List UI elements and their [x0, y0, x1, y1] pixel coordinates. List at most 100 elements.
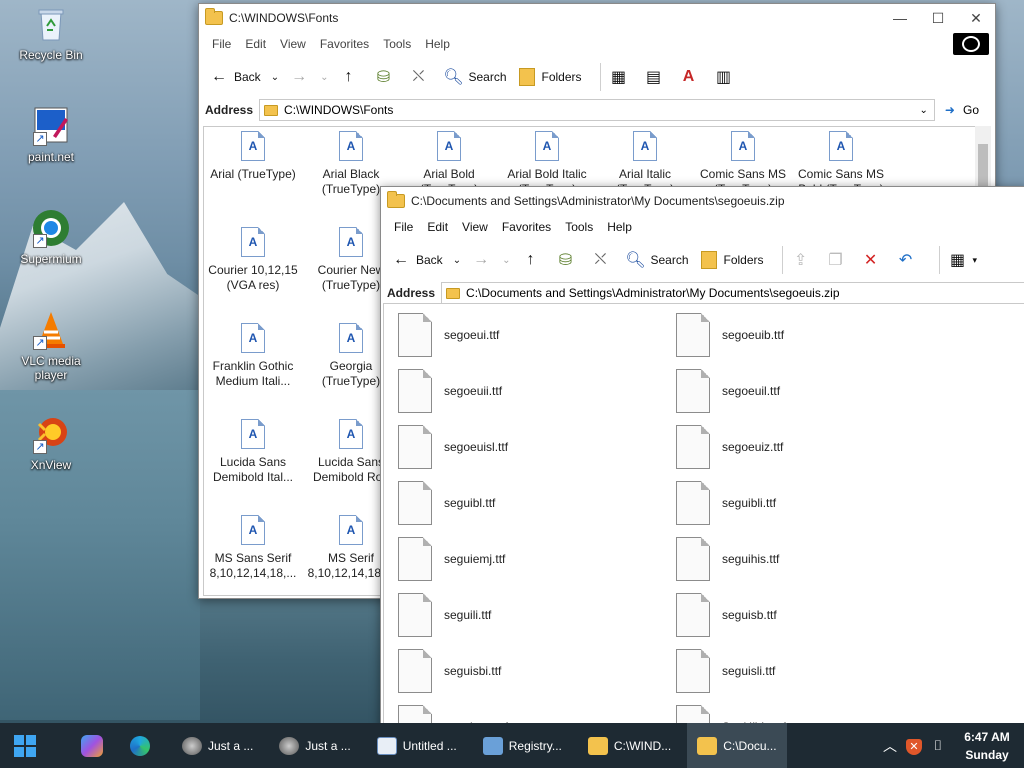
- menu-edit[interactable]: Edit: [420, 220, 455, 234]
- maximize-button[interactable]: ☐: [919, 4, 957, 32]
- font-item[interactable]: A Lucida Sans Demibold Ital...: [204, 419, 302, 485]
- desktop-icon-vlc[interactable]: ↗ VLC media player: [6, 310, 96, 382]
- forward-button[interactable]: → ⌄: [471, 250, 510, 270]
- menu-view[interactable]: View: [273, 37, 313, 51]
- menu-help[interactable]: Help: [418, 37, 457, 51]
- back-button[interactable]: ← Back ⌄: [209, 67, 279, 87]
- system-tray: ︿ ✕ ⌷ 6:47 AM Sunday: [878, 723, 1024, 768]
- file-item[interactable]: seguisb.ttf: [676, 592, 946, 638]
- menubar: File Edit View Favorites Tools Help: [381, 215, 1024, 239]
- file-item[interactable]: segoeuii.ttf: [398, 368, 668, 414]
- taskbar-button-label: Registry...: [508, 738, 562, 753]
- taskbar-button-just-a-1[interactable]: Just a ...: [172, 723, 263, 768]
- menu-tools[interactable]: Tools: [376, 37, 418, 51]
- scrollbar-thumb[interactable]: [978, 144, 988, 192]
- up-button[interactable]: ↑: [338, 67, 363, 87]
- views-button[interactable]: ▦ ▾: [948, 250, 977, 270]
- taskbar-button-just-a-2[interactable]: Just a ...: [269, 723, 360, 768]
- file-item[interactable]: seguisbi.ttf: [398, 648, 668, 694]
- security-shield-icon[interactable]: ✕: [902, 737, 926, 755]
- file-item[interactable]: seguihis.ttf: [676, 536, 946, 582]
- similarity-button[interactable]: A: [679, 67, 704, 87]
- disconnect-drive-button[interactable]: ⛌: [590, 250, 615, 270]
- file-item[interactable]: seguibli.ttf: [676, 480, 946, 526]
- fonts-window-titlebar[interactable]: C:\WINDOWS\Fonts — ☐ ✕: [199, 4, 995, 32]
- font-file-icon: A: [829, 131, 853, 161]
- chevron-down-icon[interactable]: ⌄: [920, 105, 928, 116]
- desktop-icon-recycle-bin[interactable]: Recycle Bin: [6, 4, 96, 62]
- taskbar-button-docs-folder[interactable]: C:\Docu...: [687, 723, 787, 768]
- large-icons-button[interactable]: ▦: [609, 67, 634, 87]
- map-drive-button[interactable]: ⛁: [373, 67, 398, 87]
- desktop-icon-xnview[interactable]: ↗ XnView: [6, 414, 96, 472]
- menu-edit[interactable]: Edit: [238, 37, 273, 51]
- browser-icon: [279, 736, 300, 755]
- file-item[interactable]: seguibl.ttf: [398, 480, 668, 526]
- undo-button[interactable]: ↶: [896, 250, 921, 270]
- taskbar-button-registry[interactable]: Registry...: [473, 723, 572, 768]
- file-item[interactable]: seguisli.ttf: [676, 648, 946, 694]
- show-hidden-icons-chevron-icon[interactable]: ︿: [878, 736, 902, 756]
- file-item[interactable]: segoeuisl.ttf: [398, 424, 668, 470]
- search-button[interactable]: 🔍︎ Search: [443, 67, 506, 87]
- toolbar-separator: [938, 246, 940, 274]
- desktop-icon-supermium[interactable]: ↗ Supermium: [6, 208, 96, 266]
- map-drive-icon: ⛁: [376, 69, 391, 86]
- file-item[interactable]: seguiemj.ttf: [398, 536, 668, 582]
- desktop-icon-paint-net[interactable]: ↗ paint.net: [6, 106, 96, 164]
- clock[interactable]: 6:47 AM Sunday: [950, 728, 1024, 764]
- delete-button[interactable]: ✕: [861, 250, 886, 270]
- up-button[interactable]: ↑: [520, 250, 545, 270]
- menu-tools[interactable]: Tools: [558, 220, 600, 234]
- delete-x-icon: ✕: [863, 252, 878, 269]
- go-button[interactable]: Go: [963, 103, 979, 117]
- address-input[interactable]: C:\Documents and Settings\Administrator\…: [441, 282, 1024, 304]
- menu-help[interactable]: Help: [600, 220, 639, 234]
- xnview-icon: ↗: [31, 414, 71, 454]
- file-item[interactable]: segoeui.ttf: [398, 312, 668, 358]
- details-view-button[interactable]: ▥: [714, 67, 739, 87]
- zip-window-titlebar[interactable]: C:\Documents and Settings\Administrator\…: [381, 187, 1024, 215]
- desktop-icon-label: Recycle Bin: [19, 48, 83, 62]
- taskbar-button-label: Untitled ...: [402, 738, 457, 753]
- font-item[interactable]: A Courier 10,12,15 (VGA res): [204, 227, 302, 293]
- minimize-button[interactable]: —: [881, 4, 919, 32]
- file-item[interactable]: segoeuil.ttf: [676, 368, 946, 414]
- window-title: C:\WINDOWS\Fonts: [229, 11, 339, 25]
- toolbar: ← Back ⌄ → ⌄ ↑ ⛁ ⛌ 🔍︎ Search Folders ⇪ ❐…: [381, 239, 1024, 281]
- font-item[interactable]: A Franklin Gothic Medium Itali...: [204, 323, 302, 389]
- disconnect-drive-button[interactable]: ⛌: [408, 67, 433, 87]
- menu-view[interactable]: View: [455, 220, 495, 234]
- taskbar-button-windows-folder[interactable]: C:\WIND...: [578, 723, 681, 768]
- list-view-button[interactable]: ▤: [644, 67, 669, 87]
- zip-window[interactable]: C:\Documents and Settings\Administrator\…: [380, 186, 1024, 736]
- folders-button[interactable]: Folders: [699, 250, 764, 270]
- file-item[interactable]: seguili.ttf: [398, 592, 668, 638]
- font-item[interactable]: A Arial (TrueType): [204, 131, 302, 182]
- copilot-button[interactable]: [68, 723, 116, 768]
- menu-favorites[interactable]: Favorites: [495, 220, 558, 234]
- copy-to-button[interactable]: ❐: [826, 250, 851, 270]
- move-to-button[interactable]: ⇪: [791, 250, 816, 270]
- close-button[interactable]: ✕: [957, 4, 995, 32]
- usb-device-icon[interactable]: ⌷: [926, 737, 950, 754]
- taskbar-button-untitled[interactable]: Untitled ...: [367, 723, 467, 768]
- file-item[interactable]: segoeuiz.ttf: [676, 424, 946, 470]
- map-drive-button[interactable]: ⛁: [555, 250, 580, 270]
- chevron-down-icon[interactable]: ⌄: [453, 255, 461, 266]
- file-icon: [676, 537, 710, 581]
- start-button[interactable]: [0, 723, 50, 768]
- menu-favorites[interactable]: Favorites: [313, 37, 376, 51]
- back-button[interactable]: ← Back ⌄: [391, 250, 461, 270]
- file-item[interactable]: segoeuib.ttf: [676, 312, 946, 358]
- menu-file[interactable]: File: [387, 220, 420, 234]
- forward-button[interactable]: → ⌄: [289, 67, 328, 87]
- menu-file[interactable]: File: [205, 37, 238, 51]
- file-icon: [676, 369, 710, 413]
- chevron-down-icon[interactable]: ⌄: [271, 72, 279, 83]
- font-item[interactable]: A MS Sans Serif 8,10,12,14,18,...: [204, 515, 302, 581]
- folders-button[interactable]: Folders: [517, 67, 582, 87]
- search-button[interactable]: 🔍︎ Search: [625, 250, 688, 270]
- edge-button[interactable]: [116, 723, 164, 768]
- address-input[interactable]: C:\WINDOWS\Fonts ⌄: [259, 99, 935, 121]
